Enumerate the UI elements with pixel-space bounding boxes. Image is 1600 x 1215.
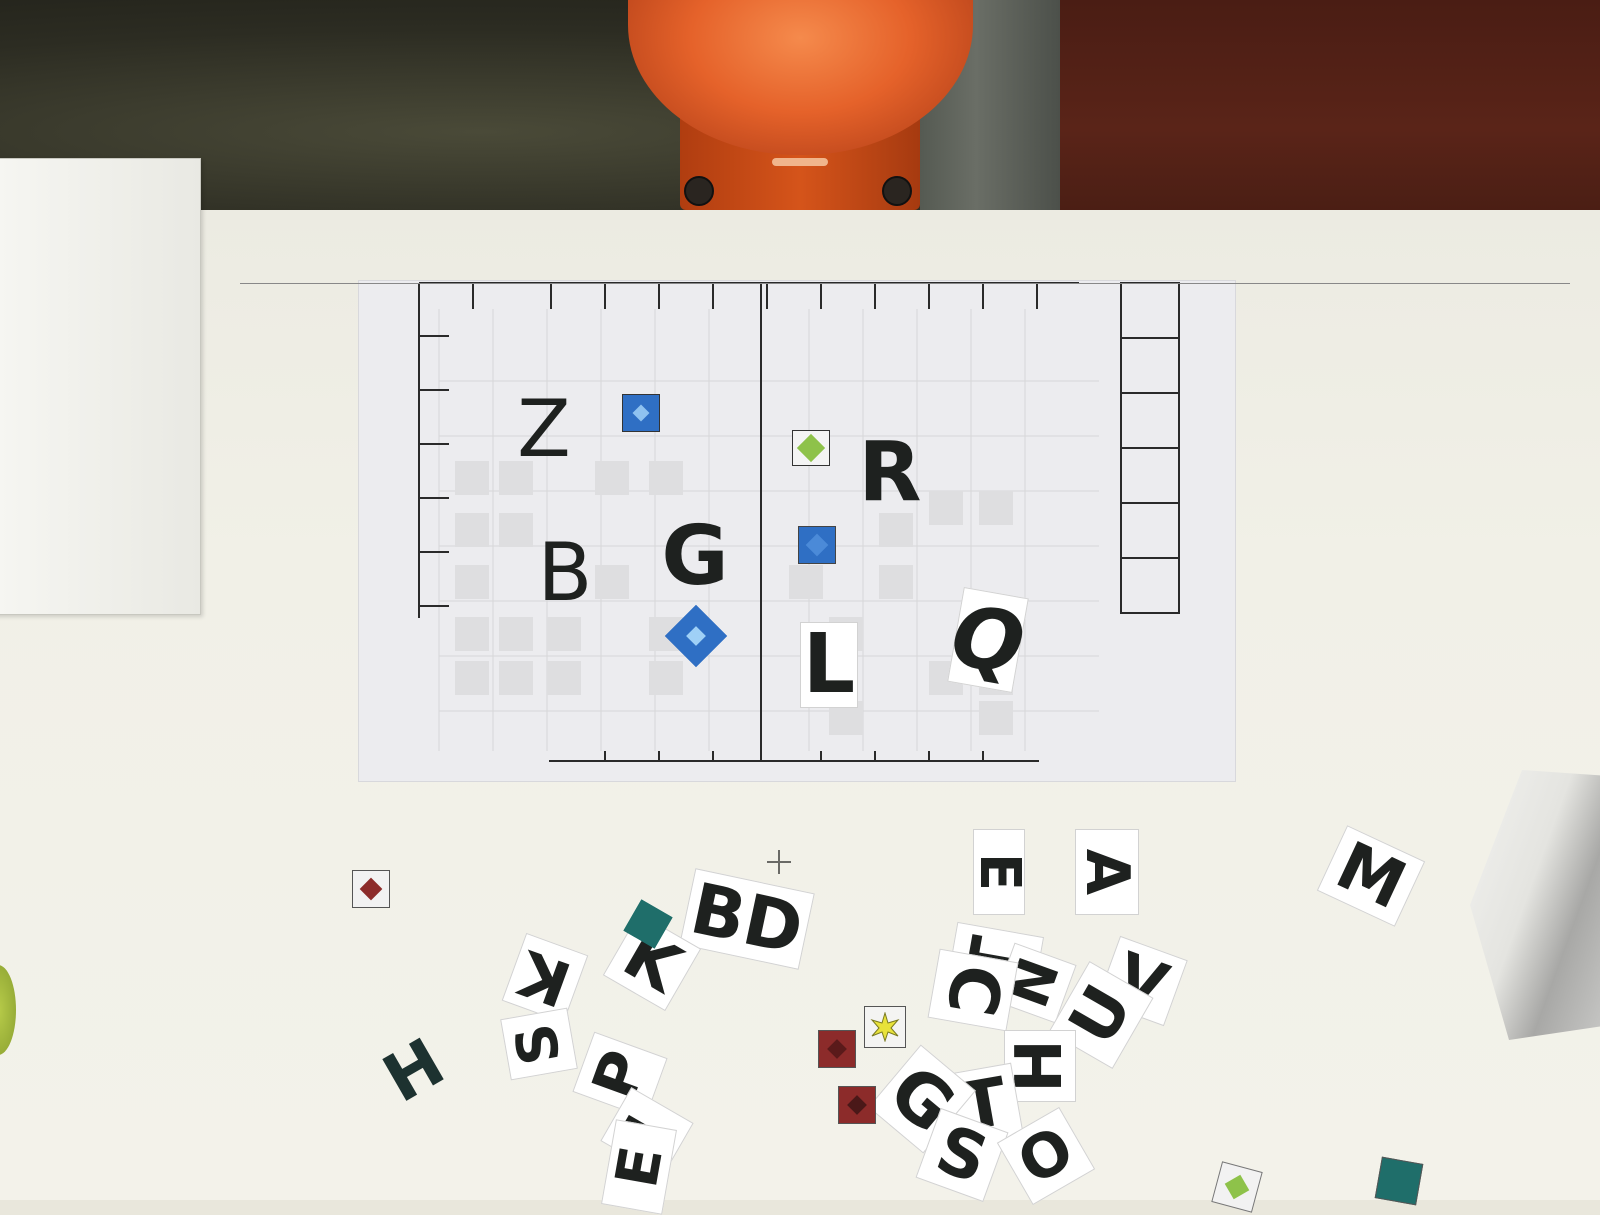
letter-card-l[interactable]: L: [800, 622, 858, 708]
letter-c: C: [930, 958, 1017, 1022]
grid-board: [358, 280, 1236, 782]
letter-card-r[interactable]: R: [858, 430, 922, 516]
tile-core: [359, 877, 383, 901]
letter-card-g[interactable]: G: [661, 509, 729, 604]
letter-g: G: [661, 509, 729, 604]
letter-a: A: [1072, 848, 1142, 896]
letter-r: R: [858, 425, 922, 520]
robot-highlight: [772, 158, 828, 166]
letter-card-e[interactable]: E: [967, 829, 1032, 915]
letter-card-a[interactable]: A: [1072, 829, 1142, 915]
letter-h: H: [1003, 1039, 1077, 1093]
red-square-tile[interactable]: [352, 870, 390, 908]
letter-s: S: [926, 1110, 998, 1199]
letter-b: B: [537, 526, 593, 619]
tile-core: [805, 533, 829, 557]
tile-core: [796, 433, 826, 463]
letter-card-s2[interactable]: S: [500, 1007, 578, 1081]
tile-core: [686, 626, 706, 646]
tile-core: [632, 404, 650, 422]
letter-e: E: [967, 852, 1032, 892]
yellow-star-icon: [870, 1012, 900, 1042]
letter-q: Q: [944, 585, 1032, 695]
letter-bd: BD: [683, 867, 811, 971]
robot-bolt-right: [882, 176, 912, 206]
reference-line: [240, 283, 1570, 284]
letter-card-q[interactable]: Q: [944, 585, 1032, 695]
diamond-icon[interactable]: [798, 526, 836, 564]
red-square-tile[interactable]: [838, 1086, 876, 1124]
star-icon[interactable]: [864, 1006, 906, 1048]
diamond-icon[interactable]: [792, 430, 830, 466]
paper-stack: [0, 158, 201, 615]
robot-bolt-left: [684, 176, 714, 206]
letter-s: S: [502, 1018, 575, 1070]
letter-z: Z: [517, 385, 571, 475]
reference-cross: [767, 861, 791, 863]
letter-e: E: [602, 1141, 676, 1193]
letter-card-b[interactable]: B: [536, 530, 594, 616]
letter-card-c[interactable]: C: [927, 948, 1019, 1032]
star-icon[interactable]: [622, 394, 660, 432]
letter-card-e2[interactable]: E: [601, 1119, 677, 1215]
letter-l: L: [802, 617, 856, 712]
red-square-tile[interactable]: [818, 1030, 856, 1068]
teal-tile[interactable]: [1374, 1156, 1424, 1206]
letter-card-z[interactable]: Z: [514, 388, 574, 472]
tile-core: [827, 1039, 847, 1059]
floor-carpet: [1060, 0, 1600, 215]
tile-core: [1224, 1174, 1250, 1200]
letter-k: K: [509, 935, 580, 1021]
grid-lines: [418, 282, 1180, 762]
tile-core: [847, 1095, 867, 1115]
